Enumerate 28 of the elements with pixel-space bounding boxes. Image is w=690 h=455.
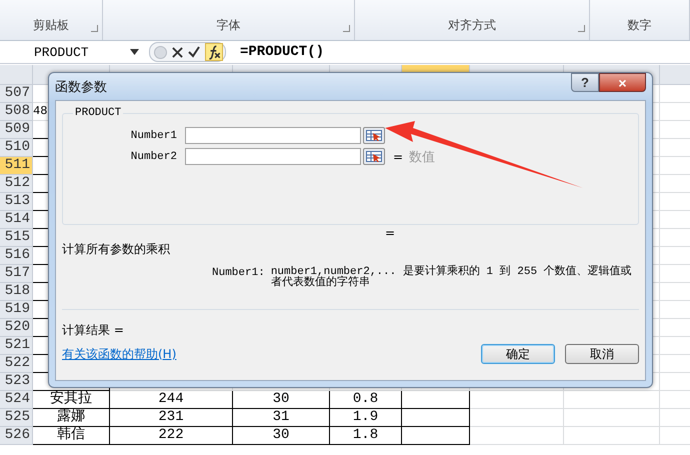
cell-text: 30 bbox=[272, 391, 290, 407]
cell-text: 48 bbox=[33, 103, 48, 120]
cell-text: 韩信 bbox=[57, 427, 85, 443]
dialog-title: 函数参数 bbox=[55, 78, 107, 96]
function-name: PRODUCT bbox=[74, 107, 122, 119]
ribbon-group-label: 字体 bbox=[216, 17, 240, 34]
equals-sign: = bbox=[385, 226, 396, 240]
cell-text: 安其拉 bbox=[50, 391, 92, 407]
cell-text: 231 bbox=[158, 409, 184, 425]
ribbon-group-label: 剪贴板 bbox=[33, 17, 69, 34]
cell-text: 1.9 bbox=[352, 409, 378, 425]
ribbon-group-label: 数字 bbox=[628, 17, 652, 34]
cell-text: 露娜 bbox=[57, 409, 85, 425]
formula-result: 计算结果 = bbox=[62, 322, 125, 339]
cell-text: 244 bbox=[158, 391, 184, 407]
cell-text: 0.8 bbox=[352, 391, 378, 407]
cell-text: 222 bbox=[158, 427, 184, 443]
cell-text: 31 bbox=[272, 409, 290, 425]
cell-text: 30 bbox=[272, 427, 290, 443]
equals-sign: = bbox=[393, 150, 404, 164]
argument-label: Number1 bbox=[130, 130, 177, 142]
function-description: 计算所有参数的乘积 bbox=[62, 241, 171, 258]
cell-text: 1.8 bbox=[352, 427, 378, 443]
argument-hint: 数值 bbox=[409, 148, 435, 166]
argument-help-label: Number1: bbox=[212, 267, 265, 281]
argument-help-text: number1,number2,... 是要计算乘积的 1 到 255 个数值、逻辑值或者代表数值的字符串 bbox=[270, 267, 633, 291]
ribbon-group-label: 对齐方式 bbox=[448, 17, 496, 34]
argument-label: Number2 bbox=[130, 150, 177, 162]
